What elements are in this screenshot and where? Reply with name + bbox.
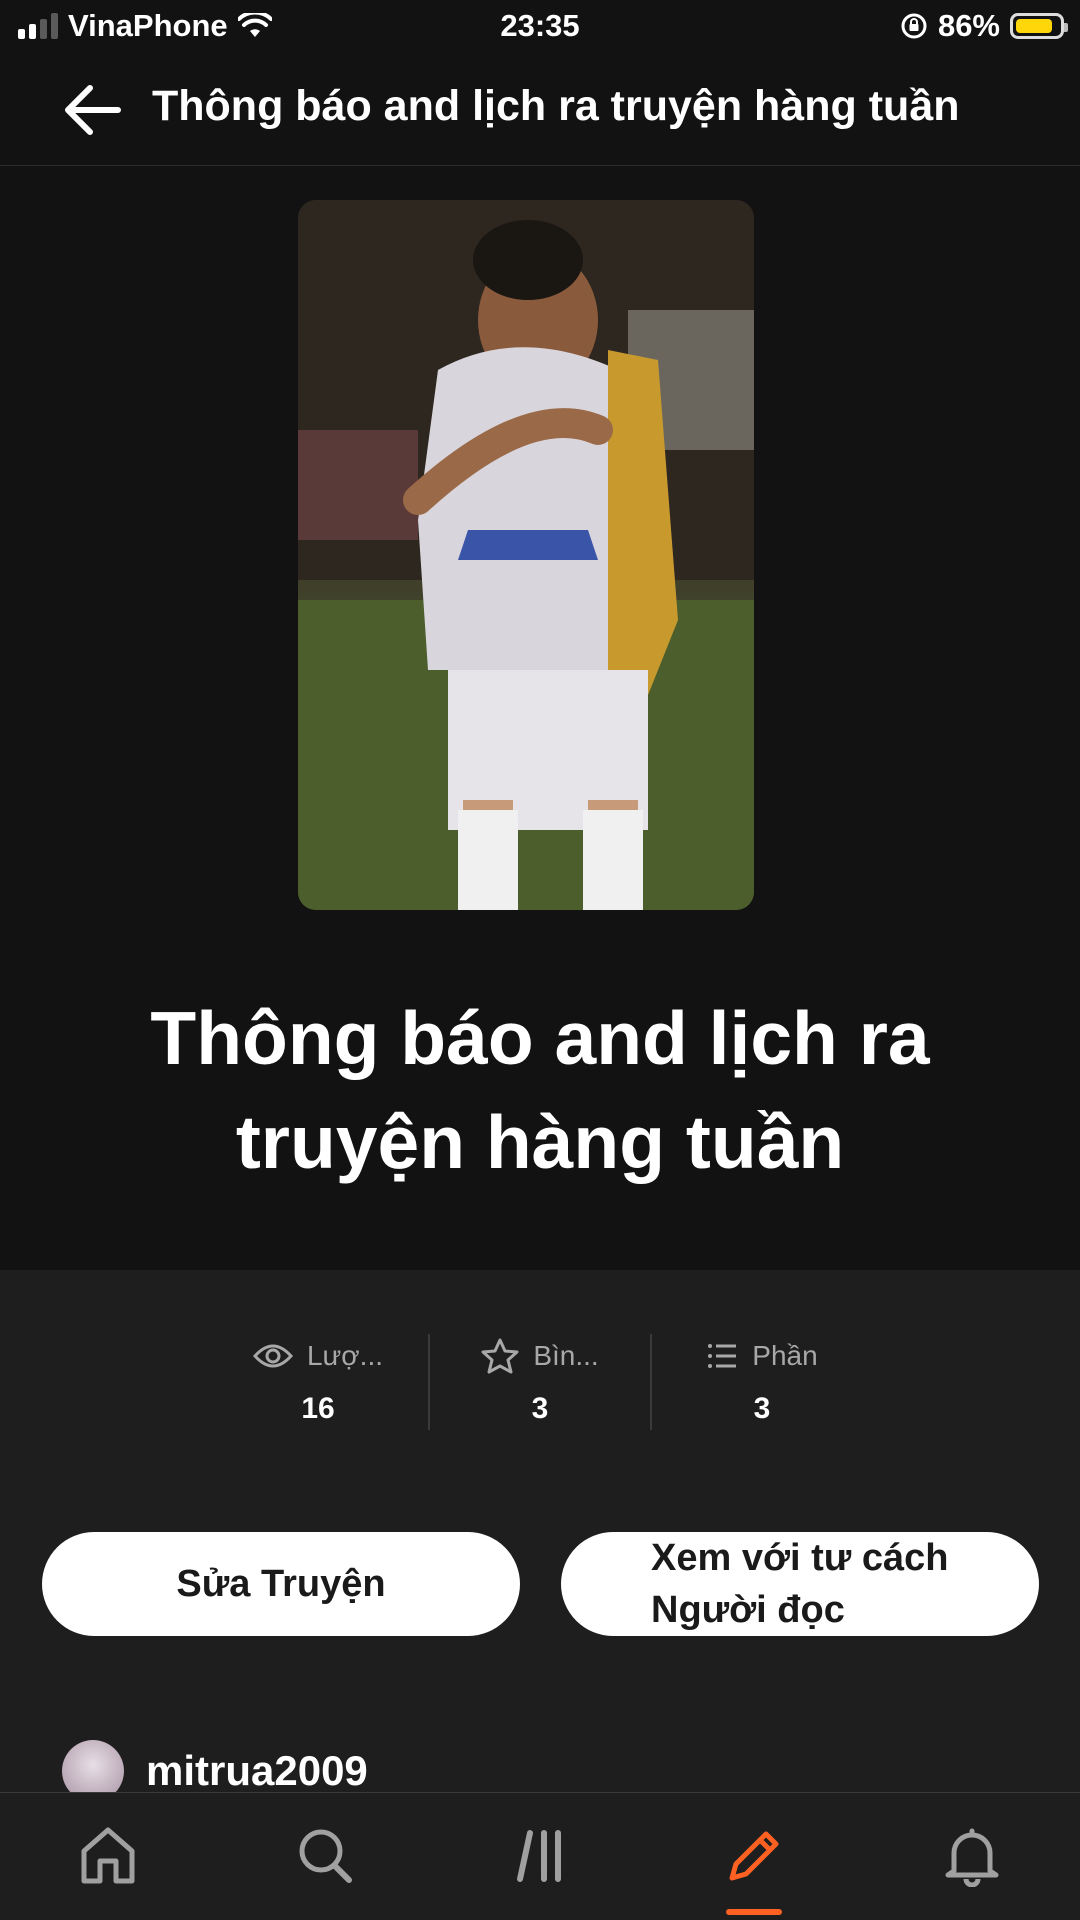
arrow-left-icon bbox=[65, 85, 121, 135]
tab-library[interactable] bbox=[502, 1821, 582, 1891]
back-button[interactable] bbox=[60, 80, 126, 140]
stat-divider bbox=[428, 1334, 430, 1430]
eye-icon bbox=[252, 1344, 293, 1368]
stat-reads-label: Lượ... bbox=[306, 1340, 383, 1371]
stat-parts-value: 3 bbox=[753, 1392, 771, 1425]
stat-parts[interactable]: Phần 3 bbox=[652, 1334, 872, 1434]
stat-votes-label: Bìn... bbox=[533, 1340, 599, 1371]
view-as-reader-label: Xem với tư cách Người đọc bbox=[651, 1532, 948, 1636]
stat-votes-value: 3 bbox=[531, 1392, 549, 1425]
status-right: 86% bbox=[900, 8, 1068, 44]
status-bar: VinaPhone 23:35 86% bbox=[0, 0, 1080, 56]
page-title: Thông báo and lịch ra truyện hàng tuần bbox=[152, 82, 960, 130]
list-icon bbox=[708, 1344, 737, 1368]
edit-story-button[interactable]: Sửa Truyện bbox=[42, 1532, 520, 1636]
battery-fill bbox=[1016, 19, 1052, 33]
library-icon bbox=[517, 1830, 561, 1882]
orientation-lock-icon bbox=[901, 13, 927, 39]
stat-votes[interactable]: Bìn... 3 bbox=[430, 1334, 650, 1434]
story-info-panel: Lượ... 16 Bìn... 3 Phần 3 Sửa Truyện Xem… bbox=[0, 1270, 1080, 1802]
story-hero: Thông báo and lịch ra truyện hàng tuần bbox=[0, 166, 1080, 1270]
stat-divider bbox=[650, 1334, 652, 1430]
bottom-tab-bar bbox=[0, 1792, 1080, 1920]
view-as-reader-button[interactable]: Xem với tư cách Người đọc bbox=[561, 1532, 1039, 1636]
story-title-line-2: truyện hàng tuần bbox=[235, 1100, 845, 1184]
stat-reads-label-row: Lượ... bbox=[208, 1334, 428, 1378]
stat-votes-label-row: Bìn... bbox=[430, 1334, 650, 1378]
battery-percent: 86% bbox=[937, 8, 1000, 43]
stat-parts-label-row: Phần bbox=[652, 1334, 872, 1378]
battery-icon bbox=[1010, 13, 1068, 39]
cover-illustration bbox=[298, 200, 754, 910]
tab-search[interactable] bbox=[285, 1821, 365, 1891]
story-cover-image[interactable] bbox=[298, 200, 754, 910]
stats-row: Lượ... 16 Bìn... 3 Phần 3 bbox=[0, 1334, 1080, 1434]
star-icon bbox=[481, 1338, 519, 1374]
tab-home[interactable] bbox=[68, 1821, 148, 1891]
pencil-icon bbox=[729, 1831, 779, 1881]
tab-notifications[interactable] bbox=[932, 1821, 1012, 1891]
search-icon bbox=[299, 1829, 352, 1883]
tab-write[interactable] bbox=[714, 1821, 794, 1891]
author-username[interactable]: mitrua2009 bbox=[146, 1747, 368, 1795]
story-title-line-1: Thông báo and lịch ra bbox=[150, 996, 930, 1080]
bell-icon bbox=[945, 1828, 999, 1887]
view-as-reader-line-2: Người đọc bbox=[651, 1589, 845, 1631]
view-as-reader-line-1: Xem với tư cách bbox=[651, 1537, 949, 1579]
stat-reads[interactable]: Lượ... 16 bbox=[208, 1334, 428, 1434]
story-title: Thông báo and lịch ra truyện hàng tuần bbox=[100, 986, 980, 1194]
active-tab-indicator bbox=[726, 1909, 782, 1915]
nav-header: Thông báo and lịch ra truyện hàng tuần bbox=[0, 56, 1080, 166]
stat-parts-label: Phần bbox=[752, 1340, 818, 1371]
home-icon bbox=[81, 1827, 135, 1884]
stat-reads-value: 16 bbox=[301, 1392, 335, 1425]
